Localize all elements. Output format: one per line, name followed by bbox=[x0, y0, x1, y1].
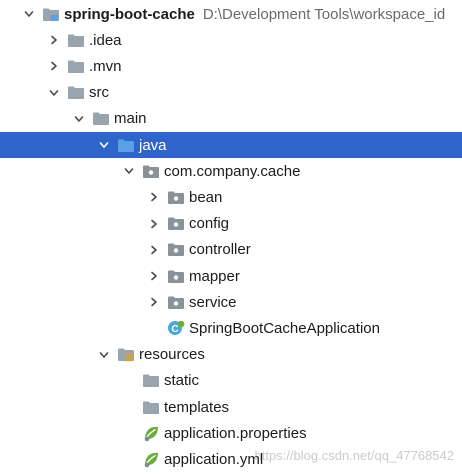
tree-node-label: resources bbox=[139, 346, 205, 364]
tree-node-label: service bbox=[189, 293, 237, 311]
tree-node-label: src bbox=[89, 84, 109, 102]
tree-node-label: mapper bbox=[189, 267, 240, 285]
tree-node[interactable]: .mvn bbox=[0, 53, 462, 79]
tree-node-label: static bbox=[164, 372, 200, 390]
package-icon bbox=[167, 215, 187, 233]
tree-node-label: .mvn bbox=[89, 57, 122, 75]
spring-config-icon bbox=[142, 450, 162, 468]
tree-node[interactable]: .idea bbox=[0, 27, 462, 53]
tree-node[interactable]: application.properties bbox=[0, 420, 462, 446]
chevron-down-icon[interactable] bbox=[97, 138, 111, 152]
resources-folder-icon bbox=[117, 346, 137, 364]
tree-node[interactable]: src bbox=[0, 80, 462, 106]
chevron-right-icon[interactable] bbox=[147, 243, 161, 257]
package-icon bbox=[142, 162, 162, 180]
tree-node[interactable]: mapper bbox=[0, 263, 462, 289]
tree-node-label: com.company.cache bbox=[164, 162, 301, 180]
folder-icon bbox=[142, 398, 162, 416]
chevron-down-icon[interactable] bbox=[72, 112, 86, 126]
chevron-right-icon[interactable] bbox=[147, 295, 161, 309]
tree-node[interactable]: service bbox=[0, 289, 462, 315]
folder-icon bbox=[92, 110, 112, 128]
tree-node[interactable]: bean bbox=[0, 184, 462, 210]
folder-icon bbox=[67, 57, 87, 75]
svg-text:C: C bbox=[171, 324, 178, 335]
tree-node[interactable]: resources bbox=[0, 342, 462, 368]
tree-node[interactable]: static bbox=[0, 368, 462, 394]
chevron-right-icon[interactable] bbox=[147, 269, 161, 283]
tree-node[interactable]: java bbox=[0, 132, 462, 158]
tree-node[interactable]: spring-boot-cache D:\Development Tools\wo… bbox=[0, 1, 462, 27]
module-folder-icon bbox=[42, 5, 62, 23]
project-tree: spring-boot-cache D:\Development Tools\wo… bbox=[0, 0, 462, 474]
project-path: D:\Development Tools\workspace_id bbox=[202, 5, 446, 23]
tree-node-label: spring-boot-cache bbox=[64, 5, 195, 23]
tree-node[interactable]: C SpringBootCacheApplication bbox=[0, 315, 462, 341]
package-icon bbox=[167, 241, 187, 259]
watermark: https://blog.csdn.net/qq_47768542 bbox=[254, 448, 455, 463]
tree-node-label: SpringBootCacheApplication bbox=[189, 319, 380, 337]
chevron-right-icon[interactable] bbox=[47, 59, 61, 73]
chevron-down-icon[interactable] bbox=[22, 7, 36, 21]
chevron-right-icon[interactable] bbox=[47, 33, 61, 47]
chevron-down-icon[interactable] bbox=[122, 164, 136, 178]
folder-icon bbox=[67, 31, 87, 49]
folder-icon bbox=[67, 84, 87, 102]
spring-config-icon bbox=[142, 424, 162, 442]
tree-node[interactable]: com.company.cache bbox=[0, 158, 462, 184]
tree-node-label: main bbox=[114, 110, 147, 128]
tree-node[interactable]: config bbox=[0, 211, 462, 237]
tree-node-label: application.properties bbox=[164, 424, 307, 442]
tree-node-label: java bbox=[139, 136, 167, 154]
tree-node[interactable]: templates bbox=[0, 394, 462, 420]
package-icon bbox=[167, 293, 187, 311]
folder-icon bbox=[142, 372, 162, 390]
tree-node[interactable]: main bbox=[0, 106, 462, 132]
tree-node[interactable]: controller bbox=[0, 237, 462, 263]
chevron-down-icon[interactable] bbox=[97, 348, 111, 362]
tree-node-label: application.yml bbox=[164, 450, 264, 468]
spring-boot-class-icon: C bbox=[167, 319, 187, 337]
tree-node-label: controller bbox=[189, 241, 251, 259]
chevron-down-icon[interactable] bbox=[47, 86, 61, 100]
tree-node-label: .idea bbox=[89, 31, 122, 49]
package-icon bbox=[167, 188, 187, 206]
tree-node-label: bean bbox=[189, 188, 223, 206]
chevron-right-icon[interactable] bbox=[147, 217, 161, 231]
source-folder-icon bbox=[117, 136, 137, 154]
tree-node-label: templates bbox=[164, 398, 230, 416]
package-icon bbox=[167, 267, 187, 285]
tree-node-label: config bbox=[189, 215, 230, 233]
chevron-right-icon[interactable] bbox=[147, 190, 161, 204]
